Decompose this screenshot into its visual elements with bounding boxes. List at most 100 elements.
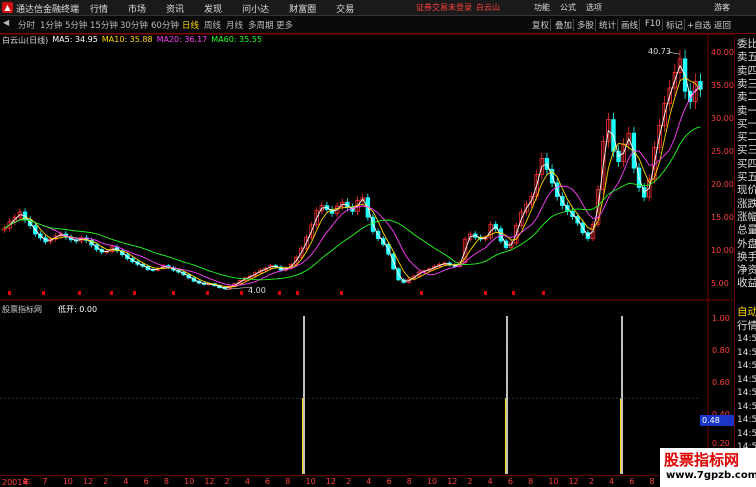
date-tick-label: 6 [265,477,271,486]
signal-marker [340,291,343,295]
signal-marker [172,291,175,295]
side-quote-label: 净资 [737,264,756,277]
date-tick-label: 8 [406,477,412,486]
date-tick-label: 6 [629,477,635,486]
ma-line-ma20 [4,85,701,286]
side-quote-label: 卖二 [737,91,756,104]
date-tick-label: 12 [568,477,579,486]
indicator-value: 低开: 0.00 [58,305,98,314]
quote-side-panel: 委比 卖五 卖四 卖三 卖二 卖一 买一 买二 买三 买四 买五 现价 涨跌 涨幅 总量 外盘 换手 净资 收益 自动… [734,36,756,483]
tick-time-label: 14:50 [737,347,756,358]
ma5-label: MA5: 34.95 [52,35,98,44]
date-axis: 2001年 4 7 10 12 2 4 6 8 10 12 2 4 6 8 10 12 2 4 6 8 10 12 2 4 6 8 1… [0,475,700,487]
price-tick-label: 30.00 [711,114,734,123]
date-tick-label: 4 [609,477,615,486]
side-quote-label: 买一 [737,117,756,130]
side-quote-label: 买四 [737,157,756,170]
date-tick-label: 10 [548,477,559,486]
signal-marker [42,291,45,295]
date-tick-label: 4 [366,477,372,486]
signal-marker [278,291,281,295]
date-tick-label: 10 [62,477,73,486]
indicator-legend: 股票指标网 [2,305,42,314]
price-tick-label: 15.00 [711,213,734,222]
signal-marker [484,291,487,295]
kline-chart[interactable] [0,0,756,487]
date-tick-label: 8 [649,477,655,486]
price-tick-label: 25.00 [711,147,734,156]
tick-time-label: 14:50 [737,388,756,398]
tick-time-label: 14:50 [737,428,756,439]
price-tick-label: 10.00 [711,246,734,255]
date-tick-label: 6 [143,477,149,486]
side-quote-label: 卖四 [737,64,756,77]
signal-marker [133,291,136,295]
side-quote-label: 买三 [737,144,756,157]
signal-marker [8,291,11,295]
crosshair-value: 0.48 [700,415,734,426]
date-tick-label: 2 [588,477,594,486]
price-tick-label: 5.00 [711,279,729,288]
date-tick-label: 4 [123,477,129,486]
watermark-title: 股票指标网 [664,451,740,469]
date-tick-label: 8 [528,477,534,486]
side-quote-label: 卖五 [737,51,756,64]
ma60-label: MA60: 35.55 [211,35,262,44]
side-quote-label: 卖一 [737,104,756,117]
indicator-tick-label: 1.00 [712,314,730,323]
side-quote-label: 涨幅 [737,210,756,223]
tick-time-label: 14:50 [737,334,756,344]
chart-stock-label: 白云山(日线) [2,36,49,45]
tick-time-label: 14:50 [737,374,756,385]
signal-marker [296,291,299,295]
date-tick-label: 6 [507,477,513,486]
date-tick-label: 12 [82,477,94,486]
indicator-tick-label: 0.80 [712,346,730,355]
signal-marker [512,291,515,295]
ma10-label: MA10: 35.88 [101,35,153,44]
signal-marker [206,291,209,295]
date-tick-label: 2 [346,477,352,486]
date-tick-label: 10 [426,477,438,486]
price-tick-label: 35.00 [711,81,734,90]
indicator-tick-label: 0.20 [712,439,730,448]
side-quote-label: 总量 [737,224,756,237]
date-tick-label: 4 [487,477,493,486]
side-tab-label[interactable]: 自动 [737,306,756,319]
side-quote-label: 收益 [737,277,756,290]
site-watermark: 股票指标网 www.7gpzb.com [660,448,756,487]
ma20-label: MA20: 36.17 [156,35,208,44]
price-tick-label: 20.00 [711,180,734,189]
ma-legend: 白云山(日线) MA5: 34.95 MA10: 35.88 MA20: 36.… [2,35,266,47]
indicator-tick-label: 0.60 [712,378,730,387]
date-tick-label: 2 [103,477,109,486]
date-tick-label: 6 [386,477,392,486]
side-quote-label: 现价 [737,184,756,197]
signal-marker [420,291,423,295]
date-tick-label: 12 [204,477,215,486]
date-tick-label: 8 [285,477,291,486]
date-tick-label: 10 [184,477,195,486]
candle-body [698,81,703,90]
side-quote-label: 卖三 [737,77,756,90]
side-quote-label: 涨跌 [737,197,756,210]
max-price-label: 40.73 [648,47,671,56]
date-tick-label: 7 [42,477,48,486]
date-tick-label: 2 [467,477,473,486]
min-price-label: 4.00 [248,286,266,295]
tick-time-label: 14:50 [737,401,756,412]
price-tick-label: 40.00 [711,48,734,57]
date-tick-label: 12 [447,477,458,486]
date-tick-label: 4 [244,477,250,486]
side-quote-label: 换手 [737,250,756,263]
side-quote-label: 买二 [737,131,756,144]
side-quote-label: 买五 [737,171,756,183]
date-tick-label: 4 [22,477,28,486]
signal-marker [110,291,113,295]
signal-marker [78,291,81,295]
date-tick-label: 2 [224,477,230,486]
ma-line-ma5 [4,64,701,289]
date-tick-label: 10 [305,477,316,486]
side-tab-label[interactable]: 行情 [737,320,756,333]
tick-time-label: 14:50 [737,361,756,371]
